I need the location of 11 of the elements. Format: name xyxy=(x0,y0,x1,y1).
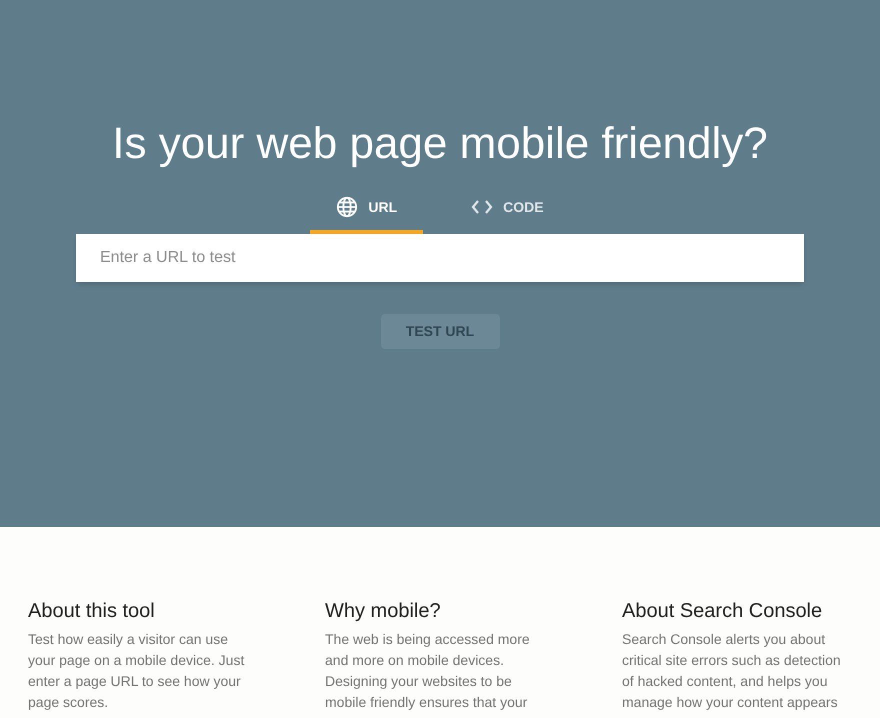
section-description: Search Console alerts you about critical site errors such as detection of hacked content, and helps you manage how your content appears xyxy=(622,630,842,712)
page-title: Is your web page mobile friendly? xyxy=(112,118,768,170)
section-description: Test how easily a visitor can use your page on a mobile device. Just enter a page URL to see how your page scores. xyxy=(28,630,246,712)
section-heading: About Search Console xyxy=(622,599,824,623)
globe-icon xyxy=(336,196,358,218)
code-icon xyxy=(471,199,494,215)
section-heading: Why mobile? xyxy=(325,599,442,623)
url-input-field[interactable]: Enter a URL to test xyxy=(76,234,804,282)
section-description: The web is being accessed more and more on mobile devices. Designing your websites to be mobile friendly ensures that your xyxy=(325,630,531,712)
tab[interactable]: CODE xyxy=(445,184,570,234)
section-heading: About this tool xyxy=(28,599,156,623)
